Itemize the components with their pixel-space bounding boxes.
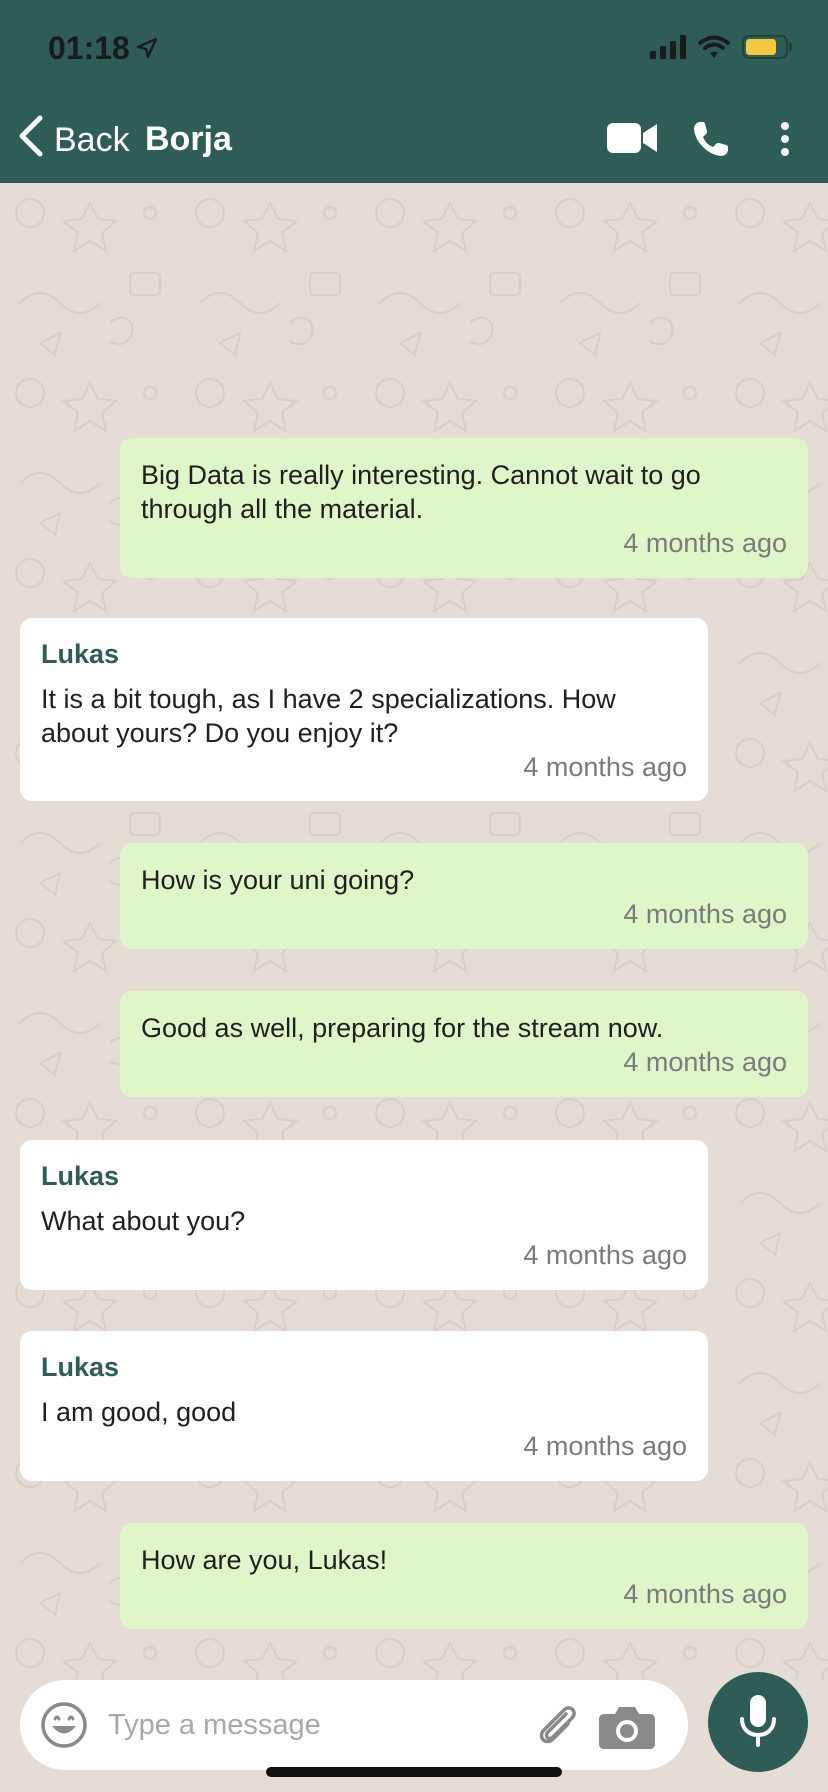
outgoing-message[interactable]: How are you, Lukas! 4 months ago: [120, 1523, 808, 1629]
microphone-button[interactable]: [708, 1672, 808, 1772]
message-time: 4 months ago: [623, 899, 787, 929]
nav-bar: Back Borja: [0, 112, 828, 168]
microphone-icon: [738, 1693, 778, 1752]
back-button[interactable]: Back: [16, 112, 130, 168]
message-text: It is a bit tough, as I have 2 specializ…: [41, 684, 616, 748]
camera-icon[interactable]: [598, 1702, 656, 1755]
chat-header: 01:18 Back Borja: [0, 0, 828, 183]
battery-icon: [742, 34, 794, 65]
message-time: 4 months ago: [623, 1579, 787, 1609]
message-input[interactable]: [108, 1700, 528, 1750]
incoming-message[interactable]: Lukas I am good, good 4 months ago: [20, 1331, 708, 1481]
message-text: Good as well, preparing for the stream n…: [141, 1013, 664, 1043]
message-composer: [20, 1680, 688, 1770]
status-bar-time: 01:18: [48, 30, 158, 67]
incoming-message[interactable]: Lukas It is a bit tough, as I have 2 spe…: [20, 618, 708, 801]
message-time: 4 months ago: [523, 752, 687, 782]
emoji-icon[interactable]: [40, 1701, 88, 1754]
contact-name[interactable]: Borja: [145, 120, 232, 159]
location-arrow-icon: [136, 30, 158, 67]
chevron-left-icon: [16, 114, 44, 167]
phone-icon[interactable]: [692, 120, 730, 163]
message-time: 4 months ago: [523, 1431, 687, 1461]
message-text: What about you?: [41, 1206, 246, 1236]
cellular-signal-icon: [650, 35, 686, 64]
sender-name: Lukas: [41, 1161, 120, 1191]
message-time: 4 months ago: [623, 1047, 787, 1077]
message-list[interactable]: Big Data is really interesting. Cannot w…: [0, 183, 828, 1680]
sender-name: Lukas: [41, 639, 120, 669]
message-time: 4 months ago: [623, 528, 787, 558]
wifi-icon: [698, 35, 730, 64]
message-text: How is your uni going?: [141, 865, 415, 895]
message-text: How are you, Lukas!: [141, 1545, 388, 1575]
paperclip-icon[interactable]: [532, 1700, 582, 1755]
video-call-icon[interactable]: [606, 120, 658, 161]
outgoing-message[interactable]: Good as well, preparing for the stream n…: [120, 991, 808, 1097]
status-icons: [650, 34, 794, 65]
more-vertical-icon[interactable]: [778, 120, 792, 163]
back-label: Back: [54, 120, 130, 159]
message-time: 4 months ago: [523, 1240, 687, 1270]
clock-text: 01:18: [48, 30, 130, 66]
outgoing-message[interactable]: How is your uni going? 4 months ago: [120, 843, 808, 949]
message-text: I am good, good: [41, 1397, 237, 1427]
sender-name: Lukas: [41, 1352, 120, 1382]
message-text: Big Data is really interesting. Cannot w…: [141, 460, 701, 524]
incoming-message[interactable]: Lukas What about you? 4 months ago: [20, 1140, 708, 1290]
outgoing-message[interactable]: Big Data is really interesting. Cannot w…: [120, 438, 808, 578]
home-indicator[interactable]: [266, 1767, 562, 1777]
